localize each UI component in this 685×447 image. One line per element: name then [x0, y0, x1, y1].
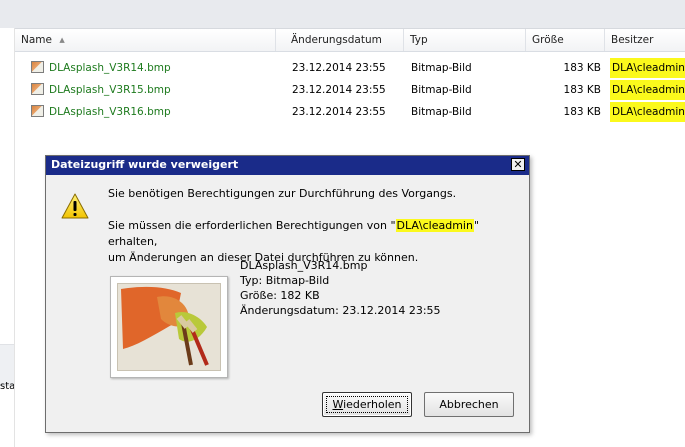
bitmap-file-icon — [31, 105, 44, 117]
cancel-button[interactable]: Abbrechen — [424, 392, 514, 417]
column-header: Name ▲ Änderungsdatum Typ Größe Besitzer — [15, 29, 685, 52]
file-size: 183 KB — [563, 62, 601, 74]
file-size: 183 KB — [563, 106, 601, 118]
column-owner-header[interactable]: Besitzer — [605, 29, 685, 51]
file-name[interactable]: DLAsplash_V3R15.bmp — [49, 84, 171, 96]
file-row[interactable]: DLAsplash_V3R15.bmp 23.12.2014 23:55 Bit… — [15, 79, 685, 101]
file-owner: DLA\cleadmin — [610, 80, 685, 100]
file-thumbnail — [110, 276, 228, 378]
file-size: 183 KB — [563, 84, 601, 96]
dialog-titlebar[interactable]: Dateizugriff wurde verweigert ✕ — [46, 156, 529, 175]
info-file-size: Größe: 182 KB — [240, 289, 320, 302]
file-type: Bitmap-Bild — [411, 106, 472, 118]
column-name-label: Name — [21, 34, 52, 46]
file-date: 23.12.2014 23:55 — [292, 62, 386, 74]
access-denied-dialog: Dateizugriff wurde verweigert ✕ Sie benö… — [45, 155, 530, 433]
message-prefix: Sie müssen die erforderlichen Berechtigu… — [108, 219, 396, 232]
info-file-date: Änderungsdatum: 23.12.2014 23:55 — [240, 304, 441, 317]
column-size-label: Größe — [532, 34, 564, 46]
dialog-title: Dateizugriff wurde verweigert — [51, 158, 239, 171]
navigation-pane[interactable]: sta — [0, 28, 15, 447]
file-owner: DLA\cleadmin — [610, 102, 685, 122]
file-type: Bitmap-Bild — [411, 62, 472, 74]
retry-button[interactable]: Wiederholen — [322, 392, 412, 417]
sort-ascending-icon: ▲ — [59, 36, 65, 44]
file-list: DLAsplash_V3R14.bmp 23.12.2014 23:55 Bit… — [15, 57, 685, 123]
file-info: DLAsplash_V3R14.bmp Typ: Bitmap-Bild Grö… — [240, 258, 441, 318]
info-file-name: DLAsplash_V3R14.bmp — [240, 259, 368, 272]
paint-thumbnail-icon — [117, 283, 221, 371]
file-date: 23.12.2014 23:55 — [292, 106, 386, 118]
file-name[interactable]: DLAsplash_V3R14.bmp — [49, 62, 171, 74]
column-size-header[interactable]: Größe — [526, 29, 605, 51]
navigation-selected-item[interactable] — [0, 344, 14, 386]
column-date-label: Änderungsdatum — [291, 34, 382, 46]
close-icon[interactable]: ✕ — [511, 158, 525, 171]
focus-ring — [326, 396, 408, 413]
column-type-header[interactable]: Typ — [404, 29, 526, 51]
column-owner-label: Besitzer — [611, 34, 654, 46]
message-user: DLA\cleadmin — [395, 219, 474, 232]
file-row[interactable]: DLAsplash_V3R16.bmp 23.12.2014 23:55 Bit… — [15, 101, 685, 123]
file-name[interactable]: DLAsplash_V3R16.bmp — [49, 106, 171, 118]
file-type: Bitmap-Bild — [411, 84, 472, 96]
window-top-strip — [0, 0, 685, 29]
file-owner: DLA\cleadmin — [610, 58, 685, 78]
column-type-label: Typ — [410, 34, 428, 46]
column-date-header[interactable]: Änderungsdatum — [285, 29, 404, 51]
bitmap-file-icon — [31, 61, 44, 73]
navigation-item-label[interactable]: sta — [0, 381, 14, 392]
bitmap-file-icon — [31, 83, 44, 95]
info-file-type: Typ: Bitmap-Bild — [240, 274, 330, 287]
file-date: 23.12.2014 23:55 — [292, 84, 386, 96]
file-row[interactable]: DLAsplash_V3R14.bmp 23.12.2014 23:55 Bit… — [15, 57, 685, 79]
warning-icon — [61, 193, 89, 219]
column-name-header[interactable]: Name ▲ — [15, 29, 276, 51]
dialog-message-main: Sie benötigen Berechtigungen zur Durchfü… — [108, 187, 457, 200]
